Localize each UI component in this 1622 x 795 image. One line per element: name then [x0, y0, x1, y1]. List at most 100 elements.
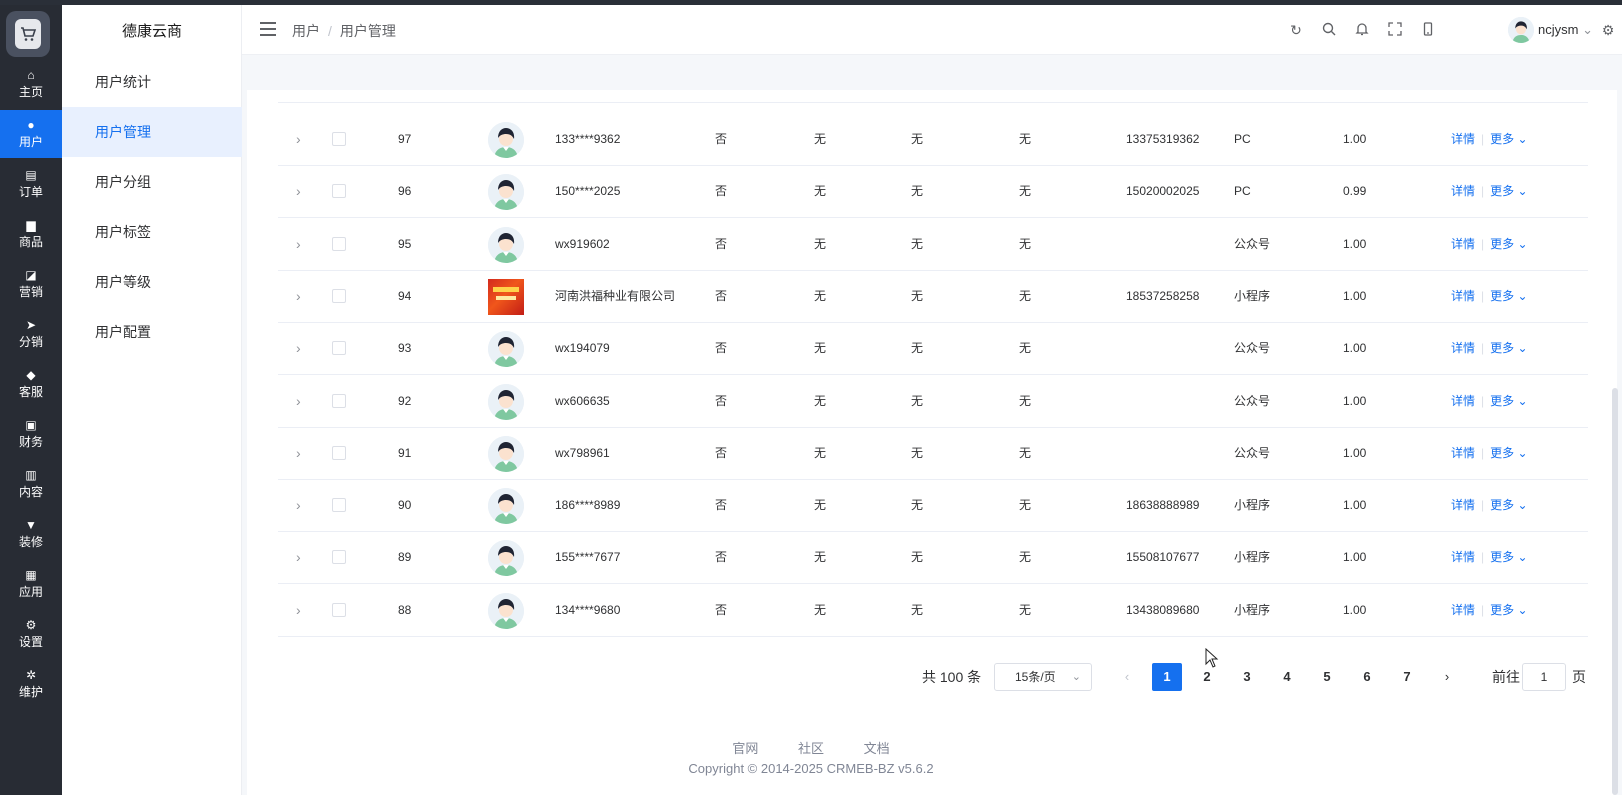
- detail-link[interactable]: 详情: [1451, 550, 1475, 564]
- cell-c1: 无: [814, 132, 827, 146]
- detail-link[interactable]: 详情: [1451, 394, 1475, 408]
- username[interactable]: ncjysm ⌄: [1538, 22, 1593, 38]
- breadcrumb-parent[interactable]: 用户: [292, 23, 320, 39]
- cell-balance: 1.00: [1343, 498, 1367, 513]
- footer-link-docs[interactable]: 文档: [864, 741, 890, 756]
- row-checkbox[interactable]: [332, 236, 346, 251]
- submenu-item[interactable]: 用户管理: [62, 107, 242, 157]
- rail-item-0[interactable]: ⌂ 主页: [0, 60, 62, 108]
- more-dropdown[interactable]: 更多 ⌄: [1490, 132, 1527, 146]
- page-number[interactable]: 4: [1272, 663, 1302, 691]
- refresh-icon[interactable]: ↻: [1288, 22, 1304, 38]
- settings-gear-icon[interactable]: ⚙: [1600, 22, 1616, 38]
- page-number[interactable]: 6: [1352, 663, 1382, 691]
- more-dropdown[interactable]: 更多 ⌄: [1490, 341, 1527, 355]
- rail-item-5[interactable]: ➤ 分销: [0, 310, 62, 358]
- cell-source: 公众号: [1234, 393, 1271, 408]
- cell-c1: 无: [814, 236, 827, 251]
- submenu-item[interactable]: 用户分组: [62, 157, 242, 207]
- detail-link[interactable]: 详情: [1451, 341, 1475, 355]
- row-checkbox[interactable]: [332, 550, 346, 565]
- cell-balance: 1.00: [1343, 445, 1367, 460]
- cell-id: 93: [398, 341, 412, 356]
- more-dropdown[interactable]: 更多 ⌄: [1490, 446, 1527, 460]
- app-logo[interactable]: [6, 11, 50, 57]
- cell-name: 河南洪福种业有限公司: [555, 288, 676, 303]
- more-dropdown[interactable]: 更多 ⌄: [1490, 498, 1527, 512]
- row-checkbox[interactable]: [332, 445, 346, 460]
- fullscreen-icon[interactable]: [1387, 22, 1403, 38]
- submenu-item[interactable]: 用户等级: [62, 257, 242, 307]
- menu-collapse-icon[interactable]: [260, 22, 276, 36]
- rail-item-4[interactable]: ◪ 营销: [0, 260, 62, 308]
- rail-item-7[interactable]: ▣ 财务: [0, 410, 62, 458]
- expand-row-icon[interactable]: ›: [296, 270, 301, 323]
- row-checkbox[interactable]: [332, 602, 346, 617]
- prev-page-icon[interactable]: ‹: [1112, 663, 1142, 691]
- user-icon: ●: [27, 118, 35, 132]
- expand-row-icon[interactable]: ›: [296, 218, 301, 271]
- cell-balance: 1.00: [1343, 550, 1367, 565]
- submenu-item[interactable]: 用户标签: [62, 207, 242, 257]
- detail-link[interactable]: 详情: [1451, 132, 1475, 146]
- row-checkbox[interactable]: [332, 288, 346, 303]
- mobile-preview-icon[interactable]: [1420, 22, 1436, 38]
- rail-item-10[interactable]: ▦ 应用: [0, 560, 62, 608]
- row-checkbox[interactable]: [332, 184, 346, 199]
- expand-row-icon[interactable]: ›: [296, 375, 301, 428]
- table-row: › 95 wx919602 否 无 无 无 公众号 1.00 详情 | 更多 ⌄: [278, 218, 1588, 271]
- page-number[interactable]: 1: [1152, 663, 1182, 691]
- more-dropdown[interactable]: 更多 ⌄: [1490, 289, 1527, 303]
- page-size-select[interactable]: 15条/页 ⌄: [994, 663, 1092, 691]
- footer-link-community[interactable]: 社区: [798, 741, 824, 756]
- detail-link[interactable]: 详情: [1451, 446, 1475, 460]
- more-dropdown[interactable]: 更多 ⌄: [1490, 603, 1527, 617]
- expand-row-icon[interactable]: ›: [296, 322, 301, 375]
- notification-bell-icon[interactable]: [1354, 22, 1370, 38]
- expand-row-icon[interactable]: ›: [296, 531, 301, 584]
- detail-link[interactable]: 详情: [1451, 184, 1475, 198]
- more-dropdown[interactable]: 更多 ⌄: [1490, 237, 1527, 251]
- detail-link[interactable]: 详情: [1451, 237, 1475, 251]
- user-avatar[interactable]: [1508, 17, 1534, 43]
- row-checkbox[interactable]: [332, 393, 346, 408]
- next-page-icon[interactable]: ›: [1432, 663, 1462, 691]
- expand-row-icon[interactable]: ›: [296, 427, 301, 480]
- row-checkbox[interactable]: [332, 132, 346, 146]
- table-row: › 97 133****9362 否 无 无 无 13375319362 PC 1.00 详情 | 更多…: [278, 113, 1588, 166]
- rail-item-8[interactable]: ▥ 内容: [0, 460, 62, 508]
- rail-item-1[interactable]: ● 用户: [0, 110, 62, 158]
- more-dropdown[interactable]: 更多 ⌄: [1490, 394, 1527, 408]
- row-checkbox[interactable]: [332, 341, 346, 356]
- detail-link[interactable]: 详情: [1451, 289, 1475, 303]
- cell-c3: 无: [1019, 184, 1032, 199]
- more-dropdown[interactable]: 更多 ⌄: [1490, 550, 1527, 564]
- page-scrollbar[interactable]: [1612, 388, 1618, 795]
- cell-name: 134****9680: [555, 602, 621, 617]
- rail-item-12[interactable]: ✲ 维护: [0, 660, 62, 708]
- detail-link[interactable]: 详情: [1451, 498, 1475, 512]
- cell-c2: 无: [911, 288, 924, 303]
- footer-link-official[interactable]: 官网: [732, 741, 758, 756]
- expand-row-icon[interactable]: ›: [296, 113, 301, 166]
- rail-item-3[interactable]: ▆ 商品: [0, 210, 62, 258]
- rail-item-9[interactable]: ▼ 装修: [0, 510, 62, 558]
- expand-row-icon[interactable]: ›: [296, 165, 301, 218]
- expand-row-icon[interactable]: ›: [296, 479, 301, 532]
- page-number[interactable]: 7: [1392, 663, 1422, 691]
- rail-item-6[interactable]: ◆ 客服: [0, 360, 62, 408]
- cell-name: 133****9362: [555, 132, 621, 146]
- goto-page-input[interactable]: 1: [1522, 663, 1566, 691]
- detail-link[interactable]: 详情: [1451, 603, 1475, 617]
- cell-c2: 无: [911, 341, 924, 356]
- more-dropdown[interactable]: 更多 ⌄: [1490, 184, 1527, 198]
- search-icon[interactable]: [1321, 22, 1337, 38]
- expand-row-icon[interactable]: ›: [296, 584, 301, 637]
- page-number[interactable]: 5: [1312, 663, 1342, 691]
- submenu-item[interactable]: 用户配置: [62, 307, 242, 357]
- submenu-item[interactable]: 用户统计: [62, 57, 242, 107]
- rail-item-11[interactable]: ⚙ 设置: [0, 610, 62, 658]
- page-number[interactable]: 3: [1232, 663, 1262, 691]
- row-checkbox[interactable]: [332, 498, 346, 513]
- rail-item-2[interactable]: ▤ 订单: [0, 160, 62, 208]
